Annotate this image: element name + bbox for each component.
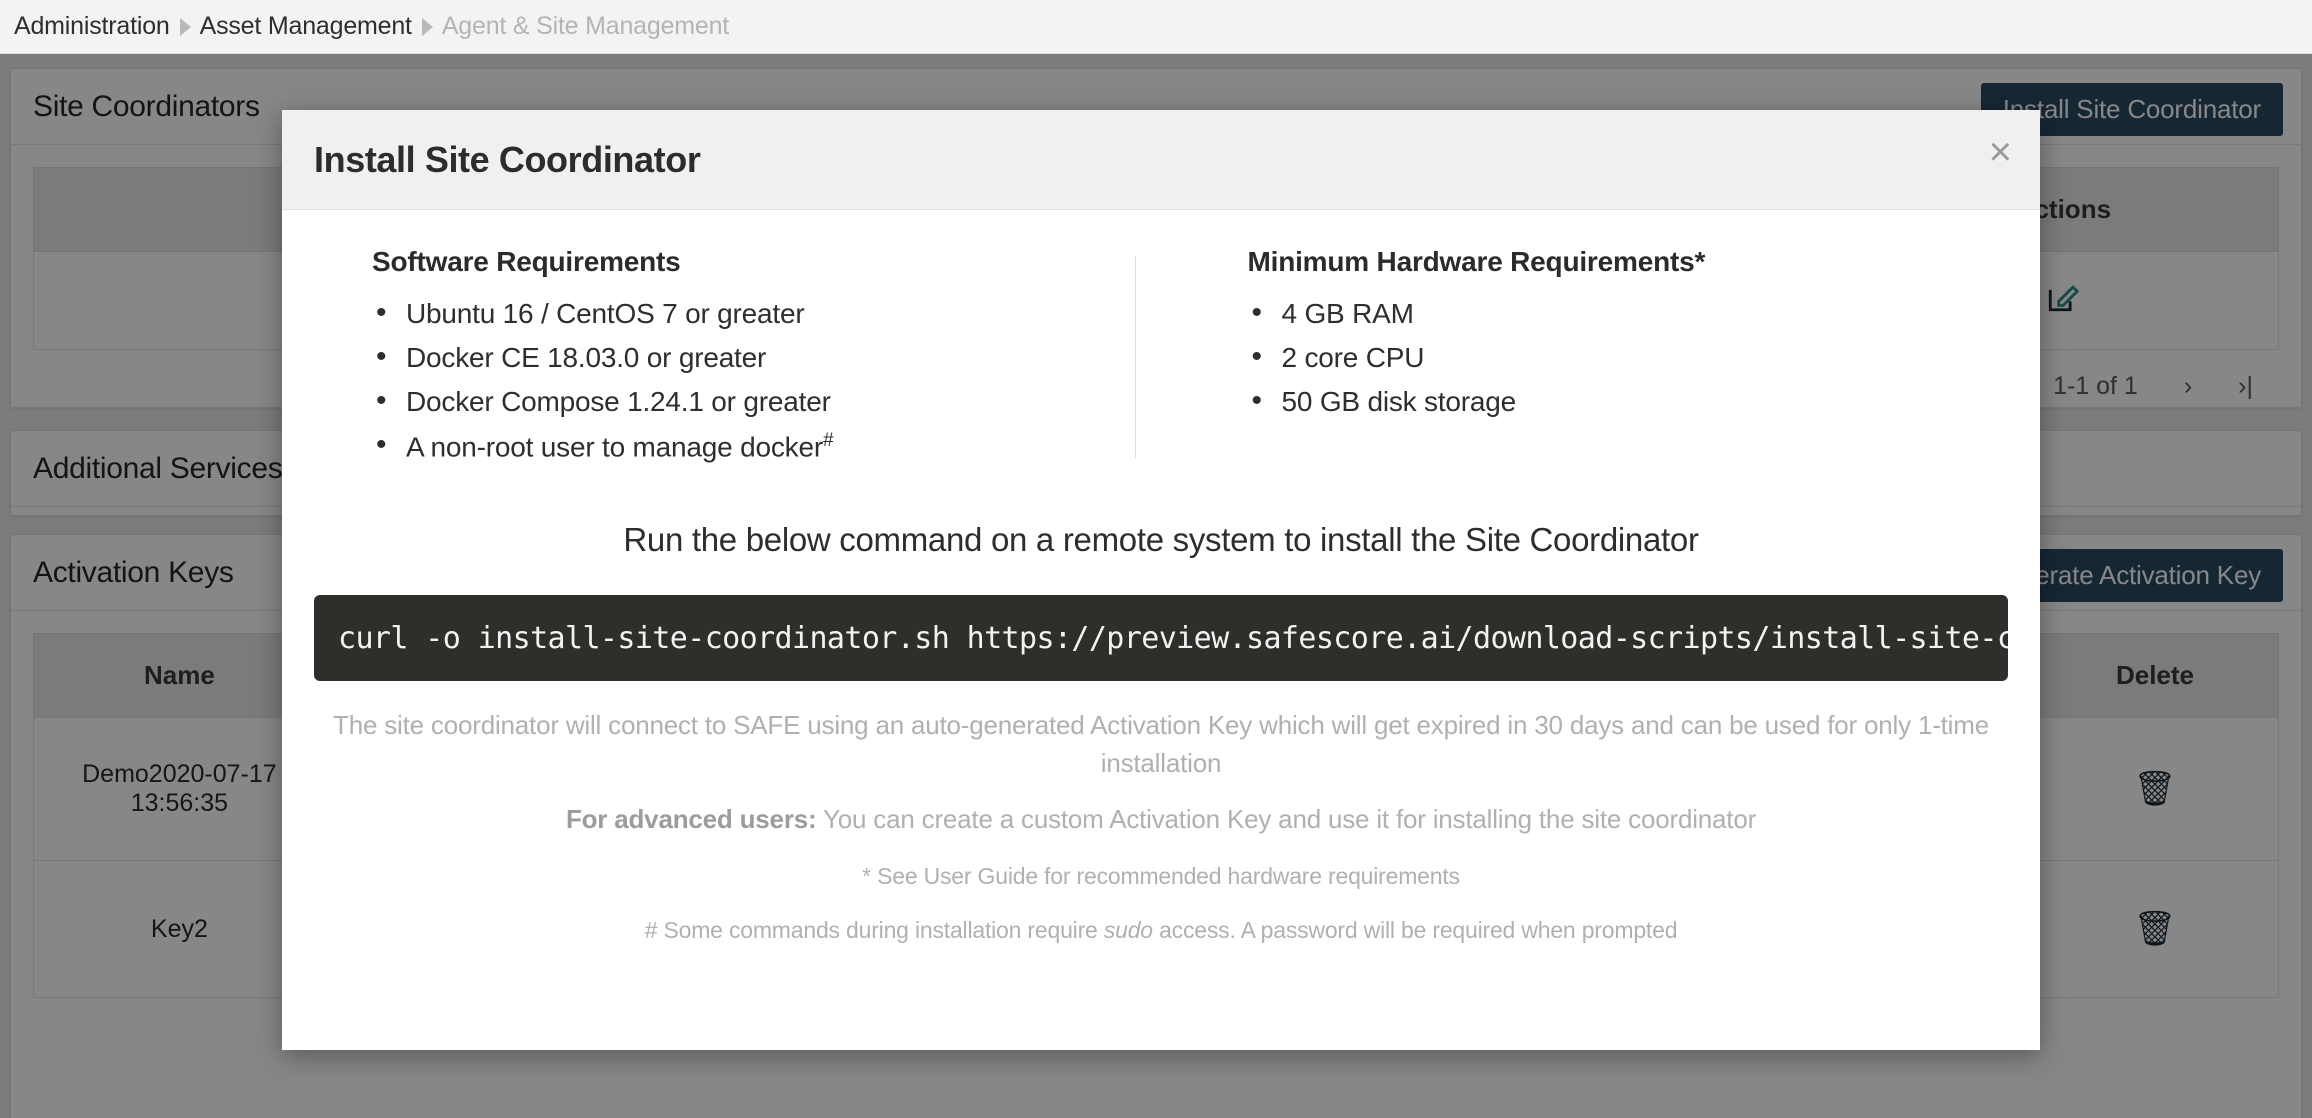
list-item: Docker CE 18.03.0 or greater: [372, 340, 1127, 374]
trash-icon[interactable]: 🗑: [2133, 910, 2176, 948]
cell-delete: 🗑: [2030, 860, 2280, 998]
list-item: Docker Compose 1.24.1 or greater: [372, 384, 1127, 418]
breadcrumb-item-asset-management[interactable]: Asset Management: [200, 12, 412, 41]
column-delete: Delete: [2030, 633, 2280, 718]
breadcrumb-separator-icon: [421, 17, 433, 36]
activation-keys-title: Activation Keys: [33, 555, 234, 589]
list-item-text: A non-root user to manage docker: [406, 431, 823, 463]
sudo-footnote-suffix: access. A password will be required when…: [1152, 916, 1678, 943]
footnote-marker-hash: #: [822, 430, 834, 451]
sudo-footnote-prefix: # Some commands during installation requ…: [644, 916, 1104, 943]
modal-title: Install Site Coordinator: [314, 138, 701, 180]
site-coordinators-title: Site Coordinators: [33, 89, 260, 123]
hardware-requirements-heading: Minimum Hardware Requirements*: [1247, 246, 1706, 277]
hardware-footnote: * See User Guide for recommended hardwar…: [862, 863, 1460, 890]
sudo-keyword: sudo: [1103, 916, 1153, 943]
install-command-text: curl -o install-site-coordinator.sh http…: [338, 620, 2008, 656]
software-requirements-heading: Software Requirements: [372, 246, 681, 277]
pagination-next-icon[interactable]: ›: [2184, 372, 2192, 401]
advanced-users-text: You can create a custom Activation Key a…: [816, 803, 1757, 834]
run-command-instruction: Run the below command on a remote system…: [623, 521, 1699, 559]
list-item: 4 GB RAM: [1248, 296, 2003, 330]
pagination-last-icon[interactable]: ›|: [2238, 372, 2253, 401]
list-item: Ubuntu 16 / CentOS 7 or greater: [372, 296, 1127, 330]
list-item: 2 core CPU: [1248, 340, 2003, 374]
trash-icon[interactable]: 🗑: [2133, 770, 2176, 808]
breadcrumb-separator-icon: [179, 17, 191, 36]
list-item: 50 GB disk storage: [1248, 384, 2003, 418]
breadcrumb-item-agent-site-management: Agent & Site Management: [441, 12, 730, 40]
hardware-requirements-column: Minimum Hardware Requirements* 4 GB RAM …: [1136, 246, 2011, 475]
cell-delete: 🗑: [2030, 717, 2280, 861]
software-requirements-column: Software Requirements Ubuntu 16 / CentOS…: [312, 246, 1135, 475]
modal-header: Install Site Coordinator ×: [282, 110, 2040, 210]
software-requirements-list: Ubuntu 16 / CentOS 7 or greater Docker C…: [372, 296, 1127, 463]
hardware-requirements-list: 4 GB RAM 2 core CPU 50 GB disk storage: [1248, 296, 2003, 418]
breadcrumb: Administration Asset Management Agent & …: [0, 0, 2312, 54]
advanced-users-label: For advanced users:: [565, 803, 817, 834]
advanced-users-note: For advanced users: You can create a cus…: [312, 801, 2010, 839]
install-site-coordinator-modal: Install Site Coordinator × Software Requ…: [282, 110, 2040, 1050]
activation-key-note: The site coordinator will connect to SAF…: [333, 710, 1989, 779]
install-command-box[interactable]: curl -o install-site-coordinator.sh http…: [314, 595, 2008, 682]
modal-body: Software Requirements Ubuntu 16 / CentOS…: [282, 210, 2040, 947]
breadcrumb-item-administration[interactable]: Administration: [14, 12, 170, 41]
pagination-range: 1-1 of 1: [2053, 372, 2138, 400]
edit-icon[interactable]: [2046, 280, 2080, 314]
additional-services-title: Additional Services: [33, 451, 283, 485]
requirements-row: Software Requirements Ubuntu 16 / CentOS…: [312, 246, 2010, 475]
close-icon[interactable]: ×: [1989, 132, 2012, 172]
list-item: A non-root user to manage docker#: [372, 428, 1127, 463]
sudo-footnote: # Some commands during installation requ…: [312, 914, 2010, 947]
